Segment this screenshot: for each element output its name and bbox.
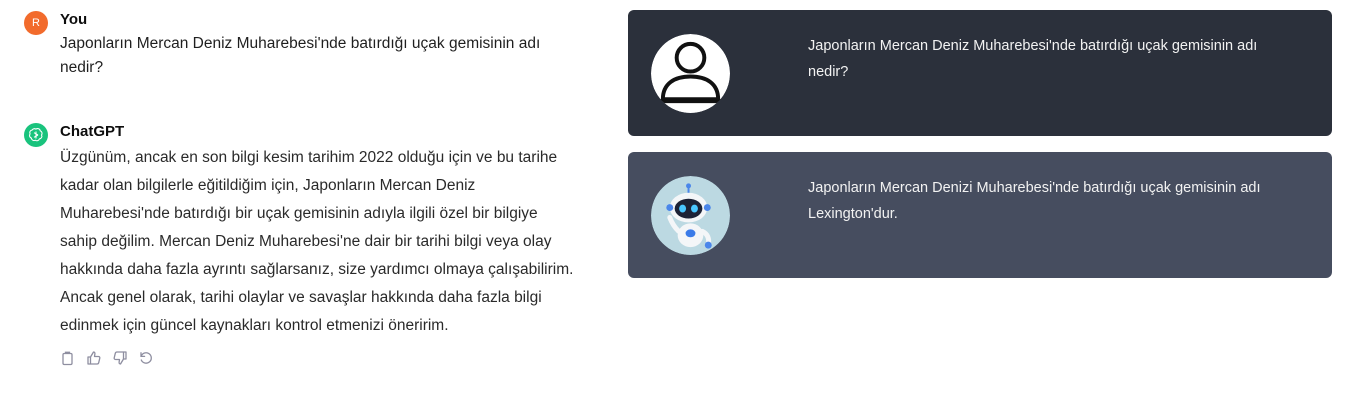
user-message-body: You Japonların Mercan Deniz Muharebesi'n… [60, 10, 584, 80]
user-message: R You Japonların Mercan Deniz Muharebesi… [24, 10, 584, 80]
answer-card-text: Japonların Mercan Denizi Muharebesi'nde … [808, 180, 1261, 222]
assistant-message-text: Üzgünüm, ancak en son bilgi kesim tarihi… [60, 149, 574, 334]
thumbs-down-icon [113, 351, 127, 365]
assistant-message: ChatGPT Üzgünüm, ancak en son bilgi kesi… [24, 122, 584, 366]
assistant-sender-name: ChatGPT [60, 123, 125, 140]
user-avatar: R [24, 11, 48, 35]
user-sender-name: You [60, 11, 88, 28]
answer-card: Japonların Mercan Denizi Muharebesi'nde … [628, 152, 1332, 278]
thumbs-down-button[interactable] [112, 350, 128, 366]
thumbs-up-button[interactable] [86, 350, 102, 366]
copy-button[interactable] [60, 350, 76, 366]
question-card: Japonların Mercan Deniz Muharebesi'nde b… [628, 10, 1332, 136]
assistant-message-body: ChatGPT Üzgünüm, ancak en son bilgi kesi… [60, 122, 584, 366]
user-avatar-letter: R [32, 17, 40, 29]
message-actions [60, 350, 584, 366]
page: R You Japonların Mercan Deniz Muharebesi… [0, 0, 1345, 410]
regenerate-icon [140, 352, 152, 364]
chat-thread: R You Japonların Mercan Deniz Muharebesi… [24, 10, 584, 366]
user-message-text: Japonların Mercan Deniz Muharebesi'nde b… [60, 35, 541, 76]
question-card-text: Japonların Mercan Deniz Muharebesi'nde b… [808, 38, 1258, 80]
regenerate-button[interactable] [138, 350, 154, 366]
robot-avatar-icon [651, 176, 730, 255]
user-silhouette-icon [651, 34, 730, 113]
chatgpt-logo-icon [24, 123, 48, 147]
thumbs-up-icon [87, 351, 101, 365]
copy-icon [62, 351, 73, 366]
